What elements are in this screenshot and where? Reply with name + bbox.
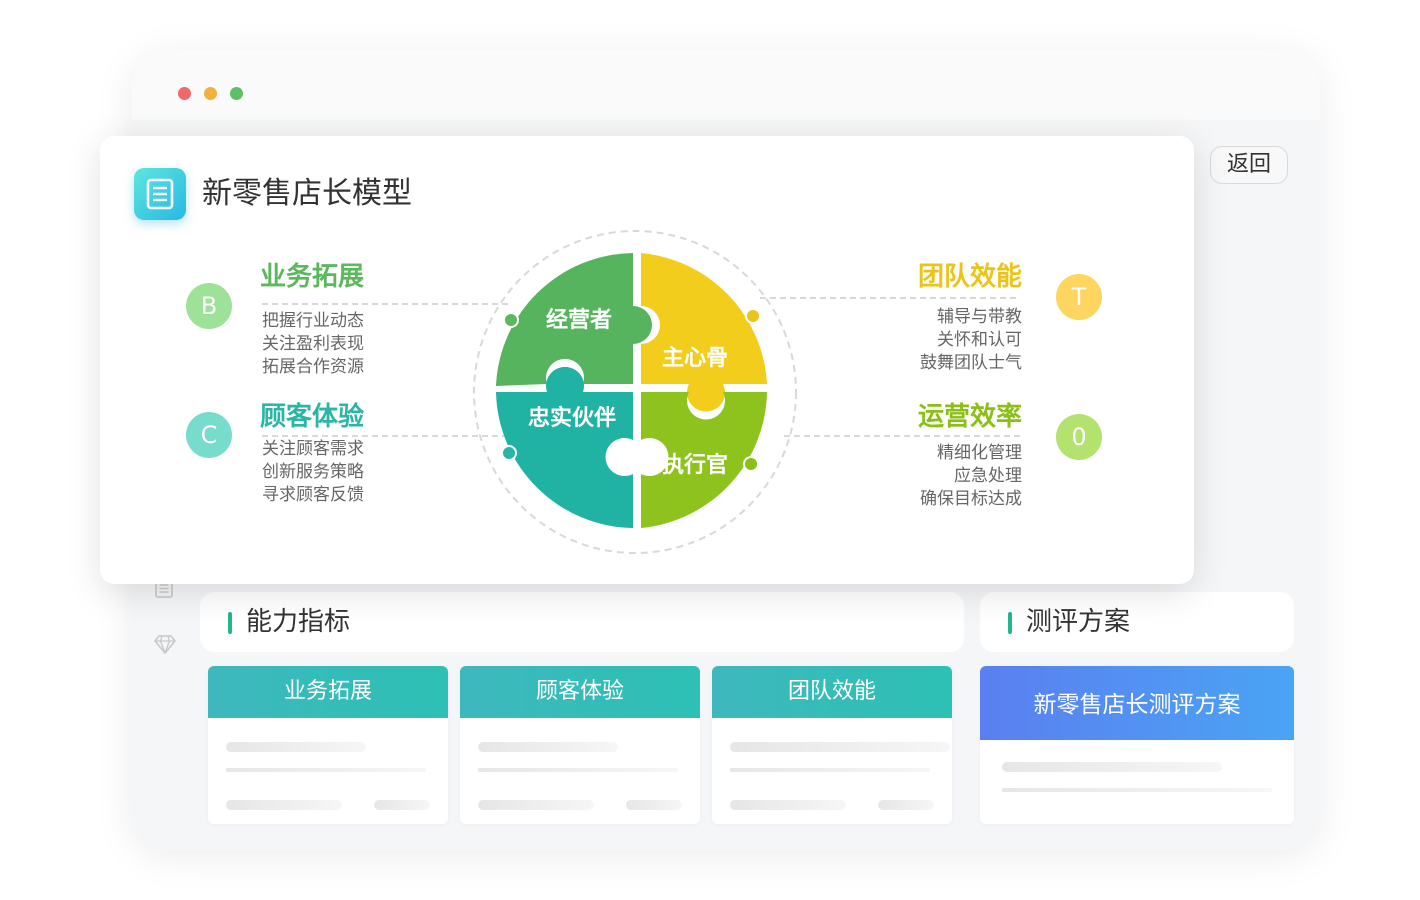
title-bar [132, 50, 1320, 120]
section-title-operations: 运营效率 [917, 402, 1022, 432]
list-item: 鼓舞团队士气 [920, 353, 1022, 373]
minimize-window-button[interactable] [204, 87, 217, 100]
list-item: 关怀和认可 [937, 330, 1022, 350]
puzzle-label-operator: 经营者 [546, 308, 613, 333]
placeholder-line [878, 800, 934, 810]
ability-card-customer[interactable]: 顾客体验 [460, 666, 700, 824]
placeholder-line [478, 800, 594, 810]
list-item: 应急处理 [954, 466, 1022, 486]
placeholder-line [730, 800, 846, 810]
placeholder-line [478, 768, 678, 772]
badge-t: T [1056, 274, 1102, 320]
accent-bar [228, 612, 232, 634]
placeholder-line [478, 742, 618, 752]
ability-card-business[interactable]: 业务拓展 [208, 666, 448, 824]
puzzle-label-executor: 执行官 [662, 453, 729, 478]
section-title-business: 业务拓展 [260, 262, 365, 292]
list-item: 关注顾客需求 [262, 439, 364, 459]
list-item: 创新服务策略 [262, 462, 364, 482]
ability-card-title: 顾客体验 [460, 666, 700, 718]
maximize-window-button[interactable] [230, 87, 243, 100]
ability-panel-header: 能力指标 [200, 592, 964, 652]
placeholder-line [226, 768, 426, 772]
list-item: 精细化管理 [937, 443, 1022, 463]
badge-c: C [186, 412, 232, 458]
ability-panel-title: 能力指标 [246, 607, 351, 637]
back-button[interactable]: 返回 [1210, 146, 1288, 184]
list-item: 把握行业动态 [262, 311, 364, 331]
close-window-button[interactable] [178, 87, 191, 100]
puzzle-label-partner: 忠实伙伴 [528, 406, 617, 431]
placeholder-line [226, 742, 366, 752]
list-item: 辅导与带教 [937, 307, 1022, 327]
badge-o: 0 [1056, 414, 1102, 460]
plan-card[interactable]: 新零售店长测评方案 [980, 666, 1294, 824]
section-title-customer: 顾客体验 [260, 402, 365, 432]
ability-card-title: 业务拓展 [208, 666, 448, 718]
list-item: 拓展合作资源 [262, 357, 364, 377]
placeholder-line [730, 742, 950, 752]
ability-card-title: 团队效能 [712, 666, 952, 718]
plan-panel-title: 测评方案 [1026, 607, 1131, 637]
section-list-team: 辅导与带教 关怀和认可 鼓舞团队士气 [862, 306, 1022, 375]
list-item: 关注盈利表现 [262, 334, 364, 354]
list-item: 寻求顾客反馈 [262, 485, 364, 505]
section-list-operations: 精细化管理 应急处理 确保目标达成 [862, 442, 1022, 511]
ability-card-team[interactable]: 团队效能 [712, 666, 952, 824]
diamond-icon[interactable] [154, 634, 176, 659]
section-title-team: 团队效能 [917, 262, 1022, 292]
puzzle-label-backbone: 主心骨 [662, 346, 729, 371]
badge-b: B [186, 283, 232, 329]
plan-panel-header: 测评方案 [980, 592, 1294, 652]
placeholder-line [626, 800, 682, 810]
section-list-customer: 关注顾客需求 创新服务策略 寻求顾客反馈 [262, 438, 364, 507]
placeholder-line [730, 768, 930, 772]
placeholder-line [1002, 788, 1272, 792]
placeholder-line [1002, 762, 1222, 772]
placeholder-line [374, 800, 430, 810]
section-list-business: 把握行业动态 关注盈利表现 拓展合作资源 [262, 310, 364, 379]
model-dialog: 新零售店长模型 经营者 主心骨 忠实伙伴 执行官 B 业务拓展 把握行业动态 关… [100, 136, 1194, 584]
accent-bar [1008, 612, 1012, 634]
plan-card-title: 新零售店长测评方案 [980, 666, 1294, 740]
list-item: 确保目标达成 [920, 489, 1022, 509]
placeholder-line [226, 800, 342, 810]
